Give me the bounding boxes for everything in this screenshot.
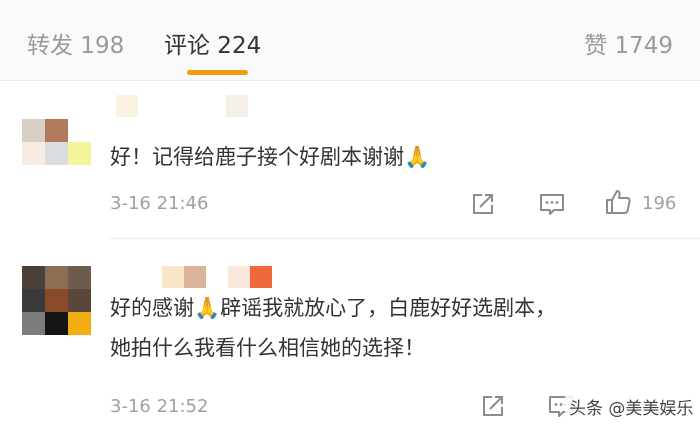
tab-repost[interactable]: 转发 198 [27,26,124,60]
comment-text: 好！记得给鹿子接个好剧本谢谢🙏 [110,145,431,169]
active-tab-indicator [187,70,248,75]
thumbs-up-icon[interactable] [603,187,633,217]
avatar[interactable] [22,266,91,335]
comment-item: 好！记得给鹿子接个好剧本谢谢🙏 3-16 21:46 196 [0,81,700,239]
avatar[interactable] [22,119,91,165]
comment-text-line: 她拍什么我看什么相信她的选择！ [110,336,425,360]
share-icon[interactable] [478,391,508,421]
tab-likes[interactable]: 赞 1749 [584,26,673,60]
watermark: 头条 @美美娱乐 [565,394,698,419]
tab-comments[interactable]: 评论 224 [164,26,261,60]
tab-bar: 转发 198 评论 224 赞 1749 [0,0,700,81]
username[interactable] [118,266,272,288]
comment-time: 3-16 21:52 [110,396,209,417]
divider [110,238,700,239]
comment-text: 好的感谢🙏辟谣我就放心了，白鹿好好选剧本， 她拍什么我看什么相信她的选择！ [110,288,556,368]
like-count: 196 [642,193,677,214]
username[interactable] [116,95,248,117]
comment-text-line: 好的感谢🙏辟谣我就放心了，白鹿好好选剧本， [110,296,557,320]
comment-icon[interactable] [537,189,567,219]
comment-time: 3-16 21:46 [110,193,209,214]
share-icon[interactable] [468,189,498,219]
